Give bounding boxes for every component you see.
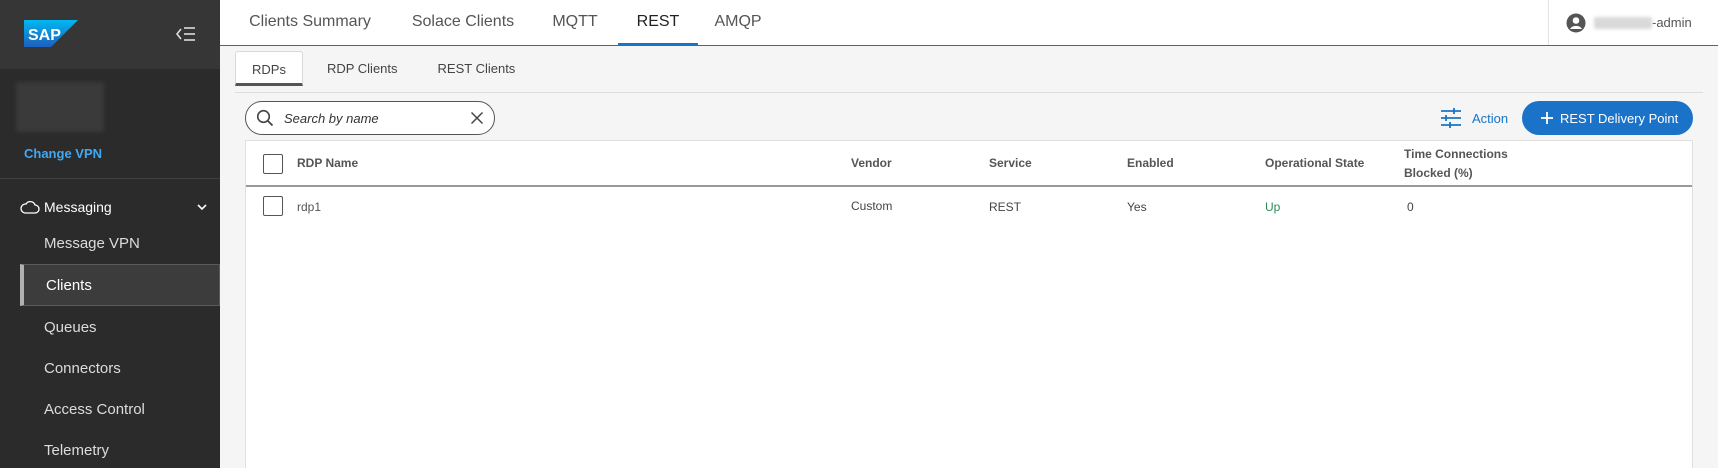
col-rdp-name[interactable]: RDP Name [297, 156, 358, 170]
collapse-menu-icon[interactable] [176, 26, 196, 42]
col-service[interactable]: Service [989, 156, 1032, 170]
select-all-checkbox[interactable] [263, 154, 283, 174]
user-menu[interactable]: -admin [1548, 0, 1718, 45]
username-suffix: -admin [1652, 15, 1692, 30]
action-button[interactable]: Action [1440, 104, 1508, 132]
col-vendor[interactable]: Vendor [851, 156, 892, 170]
cloud-icon [20, 200, 40, 214]
rdp-table: RDP Name Vendor Service Enabled Operatio… [245, 140, 1693, 468]
rdp-name-link[interactable]: rdp1 [297, 200, 321, 214]
sub-tab-bar: RDPs RDP Clients REST Clients [235, 51, 539, 91]
blocked-value: 0 [1407, 200, 1414, 214]
top-tab-bar: Clients Summary Solace Clients MQTT REST… [220, 0, 1718, 46]
action-label: Action [1472, 110, 1509, 126]
username-redacted [1594, 16, 1652, 29]
messaging-section-label: Messaging [44, 199, 112, 215]
sidebar-item-connectors[interactable]: Connectors [20, 347, 220, 389]
sidebar-header: SAP [0, 0, 220, 69]
tab-solace-clients[interactable]: Solace Clients [408, 0, 518, 45]
sidebar-item-access-control[interactable]: Access Control [20, 388, 220, 430]
table-header: RDP Name Vendor Service Enabled Operatio… [246, 141, 1692, 187]
main-content: RDPs RDP Clients REST Clients Action [220, 46, 1718, 468]
subtab-rdps[interactable]: RDPs [235, 51, 303, 86]
tab-mqtt[interactable]: MQTT [552, 0, 598, 45]
sap-logo[interactable]: SAP [24, 20, 78, 47]
chevron-down-icon [197, 204, 207, 211]
plus-icon [1541, 112, 1553, 124]
table-row[interactable]: rdp1 Custom REST Yes Up 0 [246, 187, 1692, 227]
svg-text:SAP: SAP [28, 27, 61, 44]
search-box [245, 101, 495, 135]
tab-clients-summary[interactable]: Clients Summary [246, 0, 374, 45]
add-rest-delivery-point-button[interactable]: REST Delivery Point [1522, 101, 1693, 135]
add-rdp-label: REST Delivery Point [1560, 110, 1679, 126]
vpn-avatar [16, 82, 104, 132]
sidebar: SAP Change VPN Messaging Message VPN Cli… [0, 0, 220, 468]
col-time-connections[interactable]: Time Connections [1404, 147, 1508, 161]
tab-amqp[interactable]: AMQP [710, 0, 766, 45]
subtab-divider [235, 92, 1703, 93]
search-input[interactable] [284, 110, 470, 126]
tab-rest[interactable]: REST [618, 0, 698, 45]
sidebar-item-queues[interactable]: Queues [20, 306, 220, 348]
search-icon [256, 109, 274, 127]
sidebar-item-message-vpn[interactable]: Message VPN [20, 222, 220, 264]
col-operational-state[interactable]: Operational State [1265, 156, 1364, 170]
col-enabled[interactable]: Enabled [1127, 156, 1174, 170]
user-avatar-icon [1566, 13, 1586, 32]
vpn-selector: Change VPN [0, 69, 220, 179]
row-checkbox[interactable] [263, 196, 283, 216]
clear-search-icon[interactable] [470, 111, 484, 125]
change-vpn-link[interactable]: Change VPN [24, 146, 102, 161]
messaging-section-toggle[interactable]: Messaging [20, 197, 208, 217]
service-value: REST [989, 200, 1022, 214]
sidebar-item-clients[interactable]: Clients [20, 264, 220, 306]
col-blocked-percent[interactable]: Blocked (%) [1404, 166, 1473, 180]
subtab-rest-clients[interactable]: REST Clients [422, 51, 532, 86]
sidebar-item-telemetry[interactable]: Telemetry [20, 429, 220, 468]
sliders-icon [1441, 108, 1461, 128]
subtab-rdp-clients[interactable]: RDP Clients [311, 51, 414, 86]
enabled-value: Yes [1127, 200, 1147, 214]
vendor-value: Custom [851, 199, 893, 213]
operational-state-value: Up [1265, 200, 1281, 214]
